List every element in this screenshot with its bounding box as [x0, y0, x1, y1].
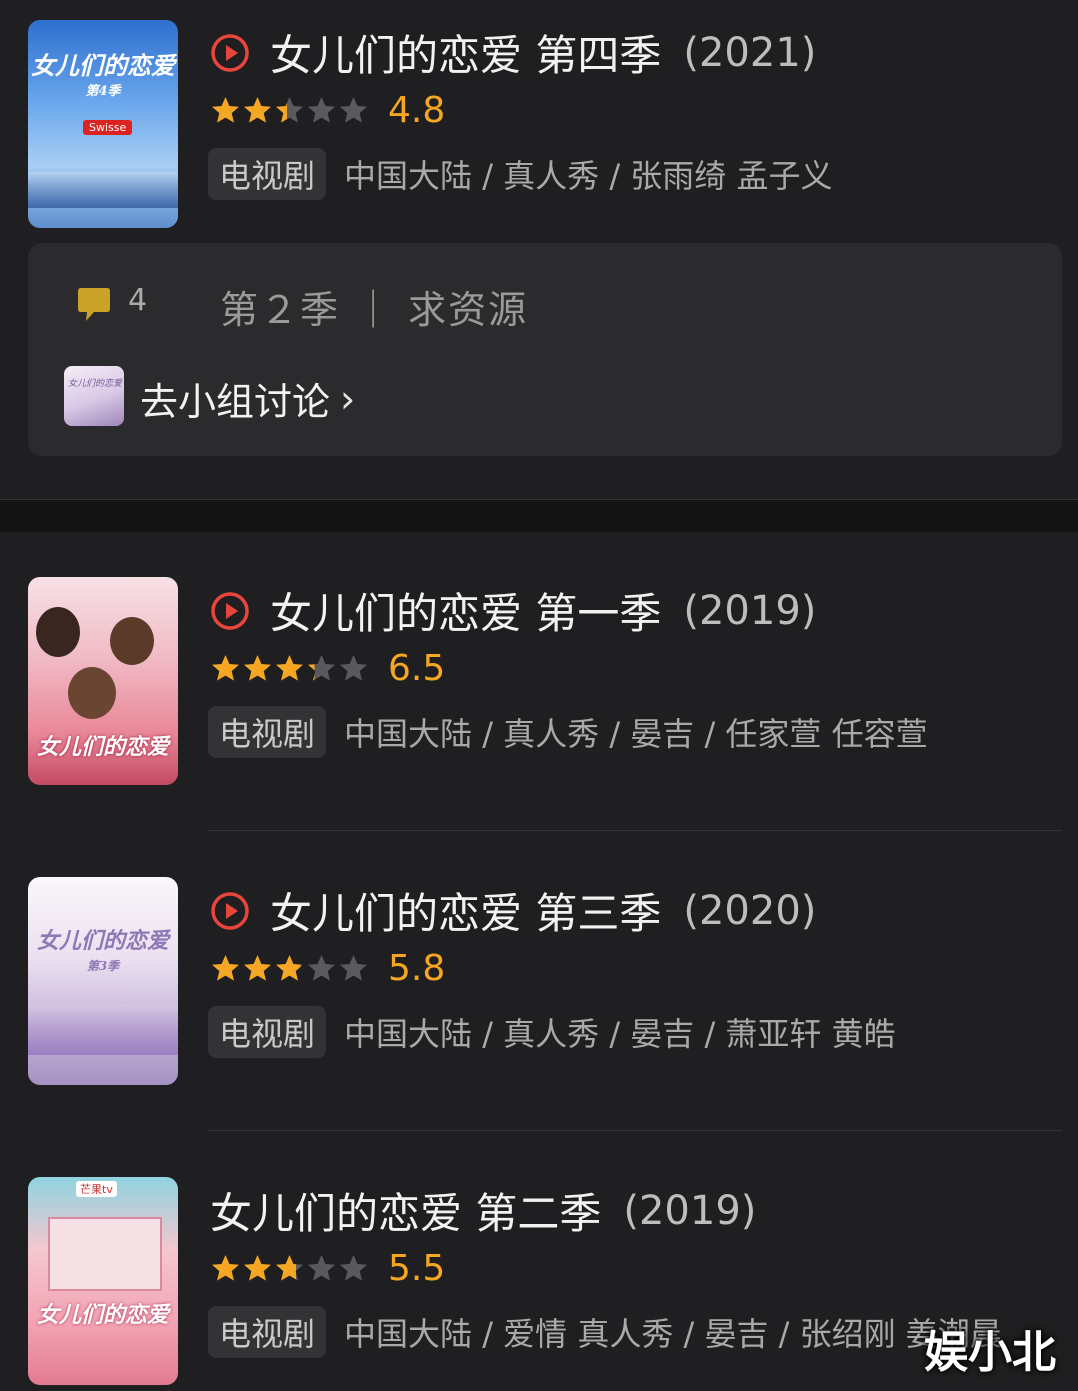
poster-bridge-graphic: [28, 172, 178, 208]
play-icon[interactable]: [210, 891, 250, 931]
poster-landscape-graphic: [28, 1005, 178, 1055]
title-row: 女儿们的恋爱 第二季 (2019): [210, 1180, 756, 1241]
rating-row: 6.5: [210, 648, 445, 689]
subject-year: (2019): [623, 1187, 757, 1234]
group-link-label: 去小组讨论: [140, 380, 331, 424]
title-row: 女儿们的恋爱 第一季 (2019): [210, 580, 816, 641]
rating-row: 5.8: [210, 948, 445, 989]
group-thumbnail: 女儿们的恋爱: [64, 366, 124, 426]
subject-title[interactable]: 女儿们的恋爱 第三季: [270, 880, 661, 941]
poster-building-graphic: [48, 1217, 162, 1291]
star-icon: [244, 955, 271, 981]
star-icon: [308, 1255, 335, 1281]
subject-title[interactable]: 女儿们的恋爱 第四季: [270, 22, 661, 83]
watermark-text: 娱小北: [924, 1327, 1056, 1378]
title-row: 女儿们的恋爱 第三季 (2020): [210, 880, 816, 941]
star-icon: [340, 97, 367, 123]
star-icon: [276, 97, 303, 123]
subject-title[interactable]: 女儿们的恋爱 第一季: [270, 580, 661, 641]
star-icon: [308, 655, 335, 681]
subject-year: (2019): [683, 587, 817, 634]
play-icon[interactable]: [210, 33, 250, 73]
group-discussion-link[interactable]: 去小组讨论 ›: [140, 371, 355, 426]
section-separator-band: [0, 500, 1078, 532]
star-icon: [244, 97, 271, 123]
meta-row: 电视剧 中国大陆 / 爱情 真人秀 / 晏吉 / 张绍刚 姜潮晨: [208, 1306, 1002, 1358]
subject-year: (2020): [683, 887, 817, 934]
group-discussion-card[interactable]: 4 第２季 ｜ 求资源 女儿们的恋爱 去小组讨论 ›: [28, 243, 1062, 456]
rating-row: 5.5: [210, 1248, 445, 1289]
meta-row: 电视剧 中国大陆 / 真人秀 / 张雨绮 孟子义: [208, 148, 832, 200]
star-icon: [212, 1255, 239, 1281]
star-icon: [276, 955, 303, 981]
type-tag: 电视剧: [208, 1006, 327, 1058]
poster-subtitle-text: 第3季: [86, 959, 120, 973]
star-rating: [210, 1253, 370, 1284]
meta-row: 电视剧 中国大陆 / 真人秀 / 晏吉 / 萧亚轩 黄皓: [208, 1006, 896, 1058]
meta-info: 中国大陆 / 真人秀 / 晏吉 / 任家萱 任容萱: [344, 715, 928, 753]
poster-image[interactable]: 女儿们的恋爱: [28, 577, 178, 785]
play-icon[interactable]: [210, 591, 250, 631]
meta-info: 中国大陆 / 真人秀 / 晏吉 / 萧亚轩 黄皓: [344, 1015, 896, 1053]
group-thumb-title: 女儿们的恋爱: [68, 379, 123, 389]
star-icon: [308, 97, 335, 123]
star-rating: [210, 653, 370, 684]
poster-image[interactable]: 女儿们的恋爱 第4季 Swisse: [28, 20, 178, 228]
subject-title[interactable]: 女儿们的恋爱 第二季: [210, 1180, 601, 1241]
star-icon: [212, 655, 239, 681]
chevron-right-icon: ›: [340, 376, 356, 421]
poster-subtitle-text: 第4季: [85, 84, 121, 99]
star-icon: [244, 655, 271, 681]
poster-brand-badge: Swisse: [83, 120, 133, 135]
poster-title-text: 女儿们的恋爱: [36, 734, 169, 760]
poster-figure-1: [36, 607, 80, 657]
star-icon: [212, 97, 239, 123]
rating-score: 4.8: [388, 90, 446, 131]
rating-score: 6.5: [388, 648, 446, 689]
poster-figure-2: [110, 617, 154, 665]
poster-title-text: 女儿们的恋爱: [36, 1302, 169, 1328]
star-icon: [308, 955, 335, 981]
star-icon: [340, 655, 367, 681]
list-divider: [208, 830, 1062, 831]
meta-row: 电视剧 中国大陆 / 真人秀 / 晏吉 / 任家萱 任容萱: [208, 706, 928, 758]
star-icon: [276, 655, 303, 681]
star-icon: [276, 1255, 303, 1281]
comment-icon: [78, 288, 110, 321]
type-tag: 电视剧: [208, 1306, 327, 1358]
title-row: 女儿们的恋爱 第四季 (2021): [210, 22, 816, 83]
meta-info: 中国大陆 / 真人秀 / 张雨绮 孟子义: [344, 157, 833, 195]
rating-score: 5.8: [388, 948, 446, 989]
star-icon: [212, 955, 239, 981]
list-divider: [208, 1130, 1062, 1131]
star-rating: [210, 95, 370, 126]
poster-title-text: 女儿们的恋爱: [36, 928, 169, 954]
type-tag: 电视剧: [208, 148, 327, 200]
star-icon: [244, 1255, 271, 1281]
poster-image[interactable]: 芒果tv 女儿们的恋爱: [28, 1177, 178, 1385]
rating-score: 5.5: [388, 1248, 446, 1289]
star-icon: [340, 955, 367, 981]
poster-title-text: 女儿们的恋爱: [31, 51, 175, 80]
poster-figure-3: [68, 667, 116, 719]
poster-logo: 芒果tv: [76, 1181, 117, 1197]
type-tag: 电视剧: [208, 706, 327, 758]
poster-image[interactable]: 女儿们的恋爱 第3季: [28, 877, 178, 1085]
topic-title[interactable]: 第２季 ｜ 求资源: [220, 279, 528, 334]
star-rating: [210, 953, 370, 984]
rating-row: 4.8: [210, 90, 445, 131]
star-icon: [340, 1255, 367, 1281]
meta-info: 中国大陆 / 爱情 真人秀 / 晏吉 / 张绍刚 姜潮晨: [344, 1315, 1002, 1353]
subject-year: (2021): [683, 29, 817, 76]
comment-count: 4: [128, 283, 148, 318]
